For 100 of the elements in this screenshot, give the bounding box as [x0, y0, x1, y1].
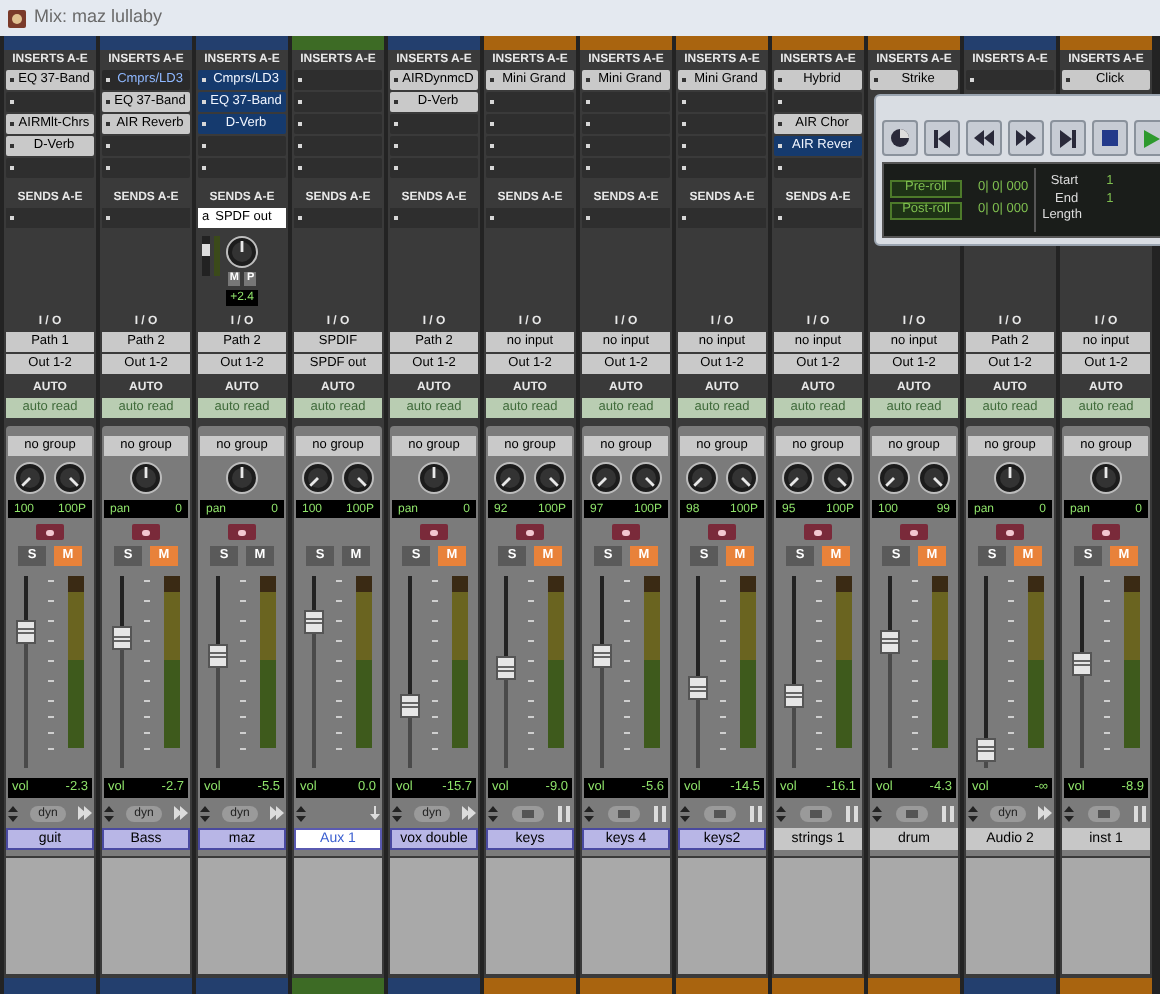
pan-knob[interactable]	[54, 462, 86, 494]
bars-icon[interactable]	[558, 805, 572, 821]
fader-handle[interactable]	[592, 643, 612, 668]
fader-track[interactable]	[976, 576, 996, 768]
pie-icon[interactable]	[890, 128, 910, 148]
record-button[interactable]	[420, 524, 448, 540]
comments-area	[582, 858, 670, 974]
app-icon	[8, 9, 26, 27]
up-down-icon[interactable]	[296, 805, 306, 821]
fader-track[interactable]	[688, 576, 708, 768]
fader-handle[interactable]	[976, 737, 996, 762]
midi-icon[interactable]	[1088, 805, 1120, 821]
fader-handle[interactable]	[304, 609, 324, 634]
comments-area	[870, 858, 958, 974]
fader-track[interactable]	[1072, 576, 1092, 768]
up-down-icon[interactable]	[104, 805, 114, 821]
pan-knob[interactable]	[630, 462, 662, 494]
midi-icon[interactable]	[512, 805, 544, 821]
bars-icon[interactable]	[654, 805, 668, 821]
fader-handle[interactable]	[400, 693, 420, 718]
play-icon[interactable]	[1144, 129, 1160, 147]
up-down-icon[interactable]	[776, 805, 786, 821]
record-button[interactable]	[36, 524, 64, 540]
fader-handle[interactable]	[112, 626, 132, 651]
bars-icon[interactable]	[750, 805, 764, 821]
fader-track[interactable]	[16, 576, 36, 768]
fader-track[interactable]	[880, 576, 900, 768]
record-button[interactable]	[708, 524, 736, 540]
pan-knob[interactable]	[590, 462, 622, 494]
pan-knob[interactable]	[1090, 462, 1122, 494]
record-button[interactable]	[900, 524, 928, 540]
record-button[interactable]	[1092, 524, 1120, 540]
record-button[interactable]	[996, 524, 1024, 540]
bars-icon[interactable]	[942, 805, 956, 821]
record-button[interactable]	[132, 524, 160, 540]
send-fader-icon[interactable]	[202, 235, 220, 275]
comments-area	[774, 858, 862, 974]
record-button[interactable]	[516, 524, 544, 540]
pan-knob[interactable]	[226, 462, 258, 494]
up-down-icon[interactable]	[1064, 805, 1074, 821]
pan-knob[interactable]	[534, 462, 566, 494]
pan-knob[interactable]	[342, 462, 374, 494]
go-to-start-icon[interactable]	[934, 129, 950, 147]
up-down-icon[interactable]	[584, 805, 594, 821]
fader-track[interactable]	[208, 576, 228, 768]
comments-area	[1062, 858, 1150, 974]
arrow-icon[interactable]	[78, 806, 92, 820]
midi-icon[interactable]	[800, 805, 832, 821]
up-down-icon[interactable]	[8, 805, 18, 821]
arrow-icon[interactable]	[1038, 806, 1052, 820]
bars-icon[interactable]	[1134, 805, 1148, 821]
record-button[interactable]	[228, 524, 256, 540]
fader-handle[interactable]	[1072, 651, 1092, 676]
rewind-icon[interactable]	[974, 130, 994, 146]
fader-track[interactable]	[784, 576, 804, 768]
go-to-end-icon[interactable]	[1060, 129, 1076, 147]
fader-handle[interactable]	[208, 643, 228, 668]
fader-track[interactable]	[304, 576, 324, 768]
fader-track[interactable]	[400, 576, 420, 768]
arrow-icon[interactable]	[462, 806, 476, 820]
up-down-icon[interactable]	[392, 805, 402, 821]
comments-area	[390, 858, 478, 974]
pan-knob[interactable]	[418, 462, 450, 494]
comments-area	[198, 858, 286, 974]
arrow-icon[interactable]	[270, 806, 284, 820]
pan-knob[interactable]	[226, 235, 258, 267]
pan-knob[interactable]	[782, 462, 814, 494]
fader-track[interactable]	[496, 576, 516, 768]
pan-knob[interactable]	[14, 462, 46, 494]
pan-knob[interactable]	[918, 462, 950, 494]
pan-knob[interactable]	[302, 462, 334, 494]
pan-knob[interactable]	[822, 462, 854, 494]
fader-handle[interactable]	[688, 676, 708, 701]
pan-knob[interactable]	[878, 462, 910, 494]
fast-forward-icon[interactable]	[1016, 130, 1036, 146]
up-down-icon[interactable]	[200, 805, 210, 821]
midi-icon[interactable]	[704, 805, 736, 821]
bars-icon[interactable]	[846, 805, 860, 821]
fader-track[interactable]	[112, 576, 132, 768]
up-down-icon[interactable]	[872, 805, 882, 821]
fader-track[interactable]	[592, 576, 612, 768]
up-down-icon[interactable]	[488, 805, 498, 821]
pan-knob[interactable]	[994, 462, 1026, 494]
down-arrow-icon[interactable]	[370, 806, 380, 820]
fader-handle[interactable]	[880, 629, 900, 654]
fader-handle[interactable]	[496, 656, 516, 681]
comments-area	[6, 858, 94, 974]
arrow-icon[interactable]	[174, 806, 188, 820]
midi-icon[interactable]	[608, 805, 640, 821]
pan-knob[interactable]	[686, 462, 718, 494]
pan-knob[interactable]	[494, 462, 526, 494]
record-button[interactable]	[612, 524, 640, 540]
fader-handle[interactable]	[16, 619, 36, 644]
record-button[interactable]	[804, 524, 832, 540]
fader-handle[interactable]	[784, 683, 804, 708]
pan-knob[interactable]	[130, 462, 162, 494]
up-down-icon[interactable]	[680, 805, 690, 821]
pan-knob[interactable]	[726, 462, 758, 494]
midi-icon[interactable]	[896, 805, 928, 821]
up-down-icon[interactable]	[968, 805, 978, 821]
